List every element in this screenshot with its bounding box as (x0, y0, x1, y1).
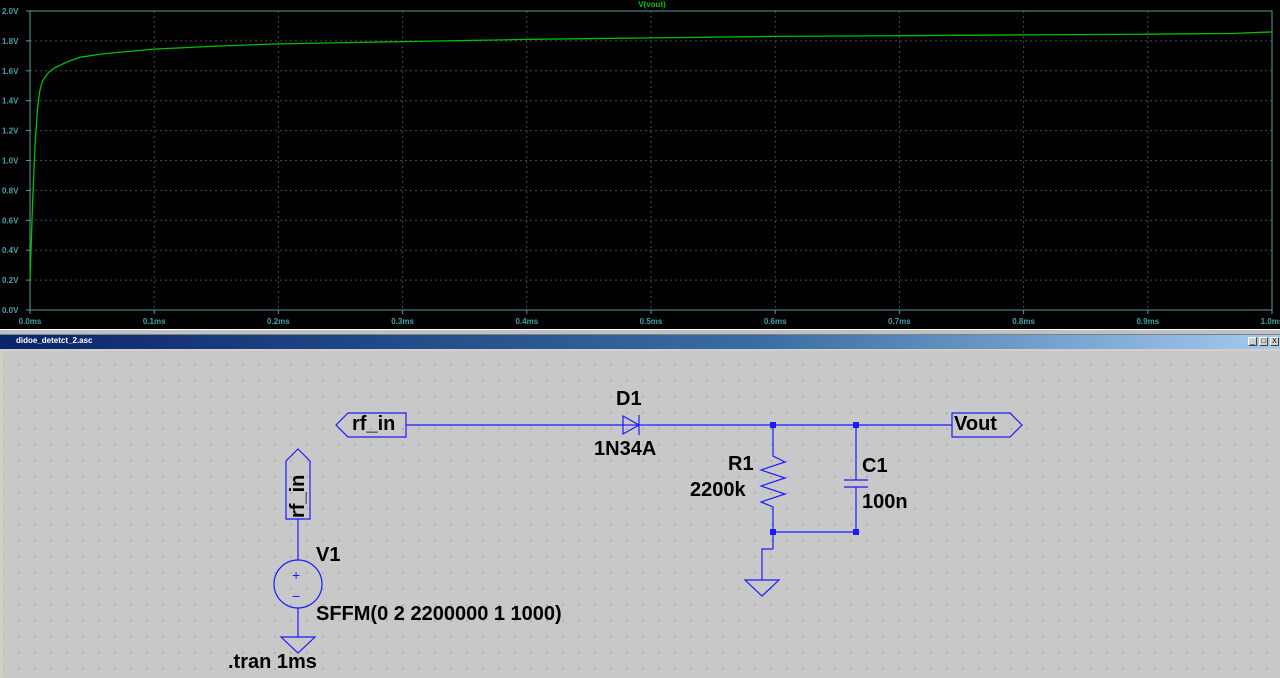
x-tick-label: 0.6ms (764, 317, 787, 326)
y-tick-label: 2.0V (2, 7, 19, 16)
y-tick-label: 0.2V (2, 276, 19, 285)
y-tick-label: 0.6V (2, 216, 19, 225)
source-value-label[interactable]: SFFM(0 2 2200000 1 1000) (316, 603, 562, 626)
junction-dot (853, 422, 859, 428)
x-tick-label: 0.0ms (19, 317, 42, 326)
capacitor-c1[interactable] (844, 479, 868, 488)
x-tick-label: 0.9ms (1136, 317, 1159, 326)
minus-sign: − (292, 588, 301, 604)
junction-dot (853, 529, 859, 535)
net-label-vout[interactable]: Vout (954, 413, 997, 436)
x-tick-label: 0.8ms (1012, 317, 1035, 326)
spice-directive[interactable]: .tran 1ms (228, 651, 317, 674)
plot-grid (29, 10, 1273, 311)
waveform-plot[interactable]: 0.0ms 0.1ms 0.2ms 0.3ms 0.4ms 0.5ms 0.6ms 0.7ms… (0, 0, 1280, 329)
junction-dot (770, 422, 776, 428)
junction-dot (770, 529, 776, 535)
y-tick-label: 1.8V (2, 37, 19, 46)
resistor-r1[interactable] (759, 448, 787, 512)
x-tick-label: 0.2ms (267, 317, 290, 326)
resistor-value-label[interactable]: 2200k (690, 479, 746, 502)
x-tick-label: 0.5ms (640, 317, 663, 326)
net-label-rf-in[interactable]: rf_in (352, 413, 395, 436)
trace-title[interactable]: V(vout) (638, 0, 666, 9)
source-name-label[interactable]: V1 (316, 544, 340, 567)
x-tick-label: 0.7ms (888, 317, 911, 326)
diode-name-label[interactable]: D1 (616, 388, 642, 411)
diode-d1[interactable] (622, 414, 655, 436)
schematic-drawing[interactable] (0, 335, 1280, 678)
x-tick-label: 0.1ms (143, 317, 166, 326)
source-net-label-rf-in[interactable]: rf_in (287, 475, 310, 518)
y-tick-label: 1.2V (2, 127, 19, 136)
capacitor-value-label[interactable]: 100n (862, 491, 908, 514)
plot-tick-labels: 0.0ms 0.1ms 0.2ms 0.3ms 0.4ms 0.5ms 0.6ms 0.7ms… (2, 7, 1280, 326)
y-tick-label: 1.6V (2, 67, 19, 76)
y-tick-label: 1.0V (2, 157, 19, 166)
y-tick-label: 1.4V (2, 97, 19, 106)
y-tick-label: 0.8V (2, 186, 19, 195)
x-tick-label: 0.3ms (391, 317, 414, 326)
schematic-window[interactable]: didoe_detetct_2.asc _ □ X rf_in Vout rf_… (0, 335, 1280, 678)
resistor-name-label[interactable]: R1 (728, 453, 754, 476)
ground-symbol-r1[interactable] (743, 579, 781, 597)
wire-ground-lead[interactable] (761, 548, 773, 580)
x-tick-label: 1.0ms (1261, 317, 1280, 326)
y-tick-label: 0.0V (2, 306, 19, 315)
plus-sign: + (292, 567, 301, 583)
plot-axes (26, 10, 1273, 314)
x-tick-label: 0.4ms (515, 317, 538, 326)
y-tick-label: 0.4V (2, 246, 19, 255)
capacitor-name-label[interactable]: C1 (862, 455, 888, 478)
waveform-plot-pane[interactable]: 0.0ms 0.1ms 0.2ms 0.3ms 0.4ms 0.5ms 0.6ms 0.7ms… (0, 0, 1280, 329)
diode-value-label[interactable]: 1N34A (594, 438, 656, 461)
